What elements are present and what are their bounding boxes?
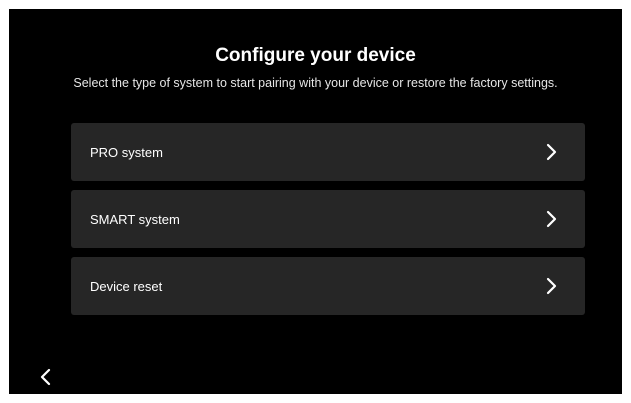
option-label: Device reset (90, 278, 163, 294)
option-device-reset[interactable]: Device reset (71, 257, 585, 315)
options-list: PRO system SMART system Device reset (71, 123, 585, 324)
option-label: SMART system (90, 211, 180, 227)
chevron-left-icon (39, 368, 51, 391)
back-button[interactable] (36, 368, 54, 390)
chevron-right-icon (545, 209, 559, 229)
option-label: PRO system (90, 144, 163, 160)
page-subtitle: Select the type of system to start pairi… (73, 76, 558, 90)
chevron-right-icon (545, 142, 559, 162)
chevron-right-icon (545, 276, 559, 296)
option-smart-system[interactable]: SMART system (71, 190, 585, 248)
option-pro-system[interactable]: PRO system (71, 123, 585, 181)
device-screen: Configure your device Select the type of… (9, 9, 622, 394)
page-title: Configure your device (215, 45, 416, 66)
